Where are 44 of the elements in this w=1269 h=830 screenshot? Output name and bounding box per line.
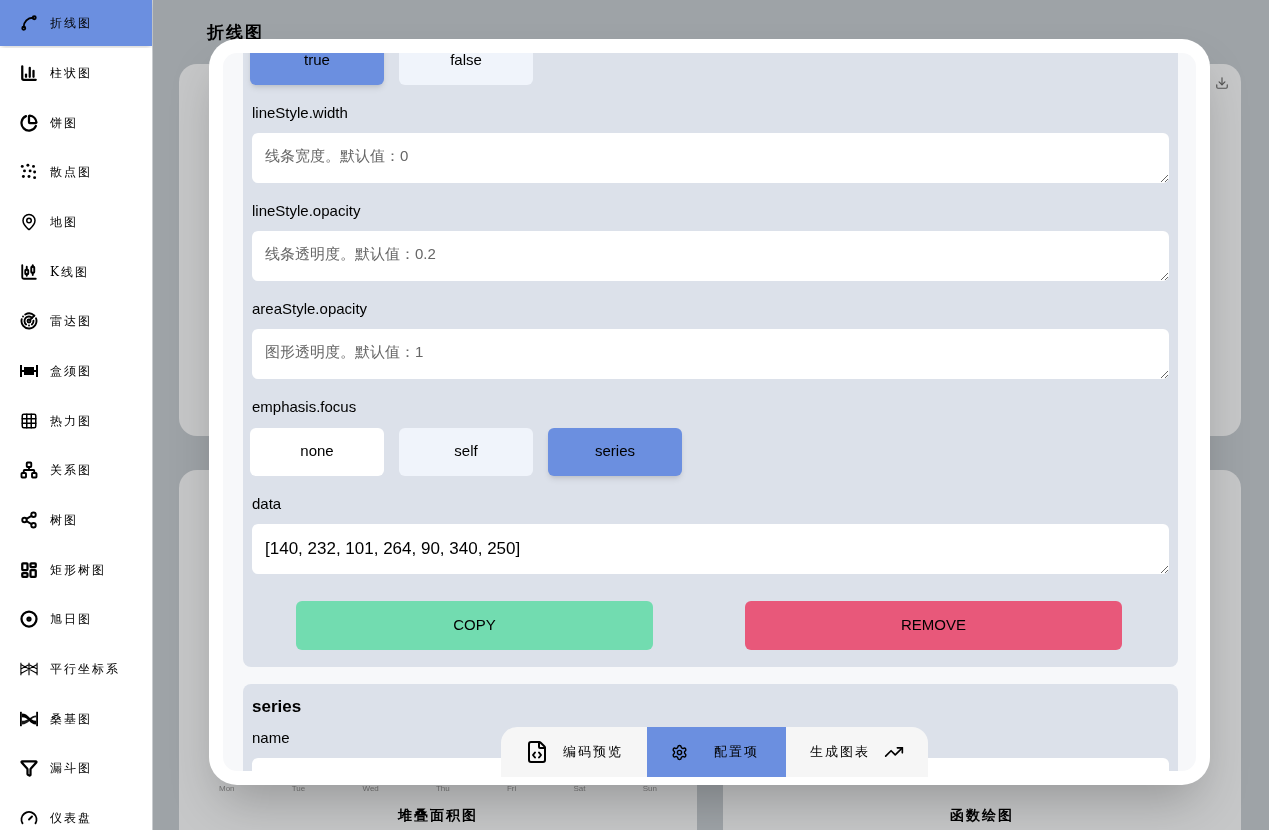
- chart-title: 函数绘图: [950, 806, 1014, 825]
- funnel-icon: [20, 759, 38, 778]
- sunburst-icon: [20, 610, 38, 629]
- field-label: emphasis.focus: [251, 397, 358, 417]
- pie-chart-icon: [20, 113, 38, 132]
- field-label: name: [251, 727, 291, 748]
- chart-title: 堆叠面积图: [398, 806, 478, 825]
- sidebar-item[interactable]: 折线图: [0, 0, 152, 46]
- sankey-icon: [20, 709, 38, 728]
- radar-icon: [20, 312, 38, 331]
- option-button[interactable]: self: [399, 427, 533, 476]
- field-label: data: [251, 494, 283, 514]
- bar-chart-icon: [20, 63, 38, 82]
- graph-nodes-icon: [20, 461, 38, 480]
- text-field[interactable]: 线条透明度。默认值：0.2: [252, 231, 1169, 281]
- download-icon[interactable]: [1215, 76, 1229, 90]
- axis-label: Mon: [219, 783, 235, 795]
- scatter-dots-icon: [20, 163, 38, 182]
- field-label: lineStyle.opacity: [251, 201, 362, 221]
- treemap-icon: [20, 560, 38, 579]
- option-button[interactable]: false: [399, 53, 533, 85]
- axis-label: Thu: [436, 783, 450, 795]
- field-label: areaStyle.opacity: [251, 299, 369, 319]
- option-button[interactable]: true: [250, 53, 384, 85]
- text-field[interactable]: 线条宽度。默认值：0: [252, 133, 1169, 183]
- field-label: lineStyle.width: [251, 103, 349, 123]
- line-chart-icon: [20, 14, 38, 32]
- candlestick-icon: [20, 262, 38, 281]
- grid-icon: [20, 411, 38, 430]
- text-field[interactable]: 图形透明度。默认值：1: [252, 329, 1169, 379]
- option-button[interactable]: none: [250, 427, 384, 476]
- panel-title: series: [251, 696, 303, 718]
- axis-label: Wed: [362, 783, 379, 795]
- toolbar-tab[interactable]: 生成图表: [786, 727, 928, 777]
- toolbar-tab[interactable]: 配置项: [647, 727, 786, 777]
- settings-icon: [671, 743, 688, 761]
- remove-button[interactable]: REMOVE: [745, 601, 1122, 650]
- option-button[interactable]: series: [548, 427, 682, 476]
- copy-button[interactable]: COPY: [296, 601, 653, 650]
- page-title: 折线图: [207, 22, 264, 42]
- text-field[interactable]: [140, 232, 101, 264, 90, 340, 250]: [252, 524, 1169, 574]
- map-pin-icon: [20, 212, 38, 231]
- toolbar-tab[interactable]: 编码预览: [501, 727, 647, 777]
- code-file-icon: [525, 740, 549, 764]
